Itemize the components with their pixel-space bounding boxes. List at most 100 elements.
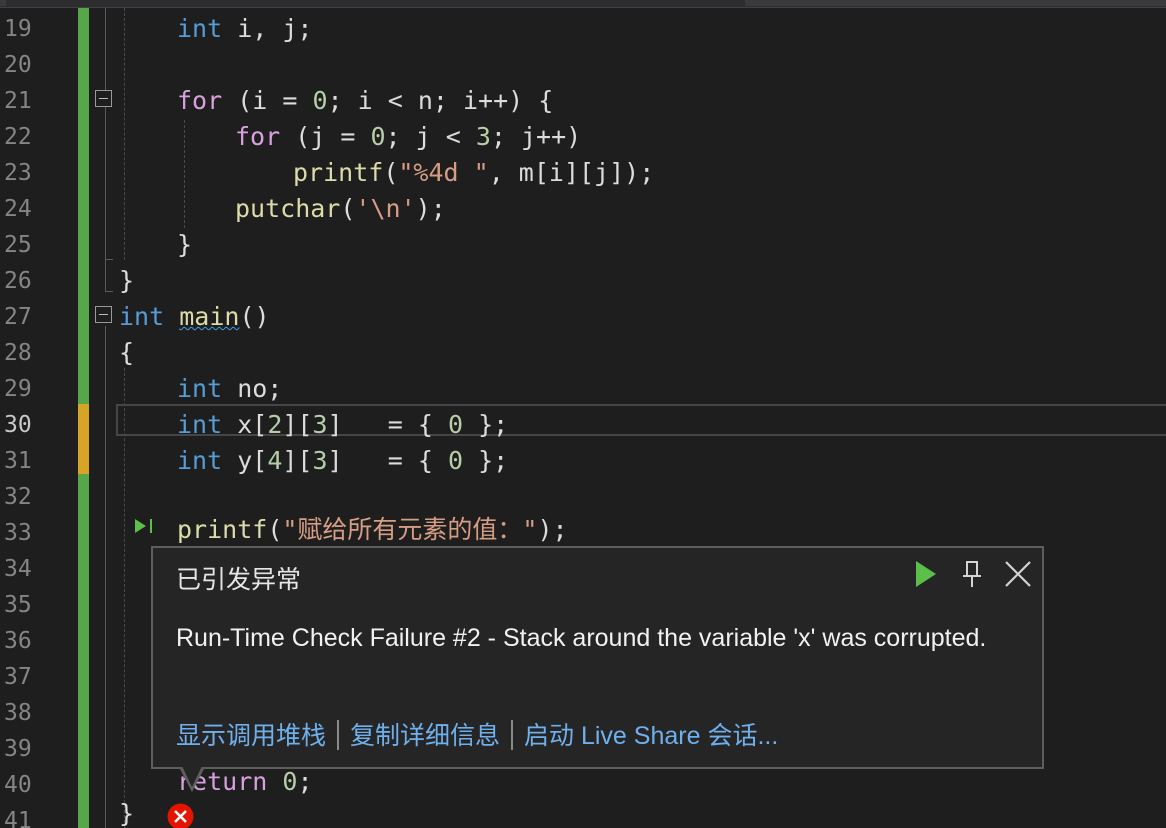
number-literal: 4 <box>267 446 283 475</box>
line-number: 28 <box>4 340 32 366</box>
line-number: 29 <box>4 376 32 402</box>
line-number: 34 <box>4 556 32 582</box>
code-text: ; <box>297 767 313 796</box>
line-number: 38 <box>4 700 32 726</box>
code-text: x[ <box>222 410 268 439</box>
code-line[interactable]: int i, j; <box>177 11 312 47</box>
pin-button[interactable] <box>956 558 988 590</box>
collapse-toggle-icon[interactable] <box>95 306 112 323</box>
code-text: ][ <box>282 410 313 439</box>
code-text: ); <box>537 515 568 544</box>
start-live-share-link[interactable]: 启动 Live Share 会话... <box>524 722 778 750</box>
change-bar-saved <box>78 474 89 828</box>
code-text: ); <box>415 194 446 223</box>
line-number: 33 <box>4 520 32 546</box>
number-literal: 0 <box>370 122 386 151</box>
code-text: { <box>119 338 135 367</box>
line-number: 40 <box>4 772 32 798</box>
indent-guide <box>184 120 185 228</box>
line-number: 23 <box>4 160 32 186</box>
line-number: 24 <box>4 196 32 222</box>
code-text: , m[i][j]); <box>488 158 655 187</box>
code-text: ( <box>267 515 283 544</box>
link-separator <box>337 720 340 750</box>
code-text: }; <box>463 446 509 475</box>
keyword: int <box>119 302 165 331</box>
code-editor[interactable]: 19 20 21 22 23 24 25 26 27 28 29 30 31 3… <box>0 0 1166 828</box>
play-icon <box>916 561 936 587</box>
keyword: for <box>235 122 281 151</box>
collapse-toggle-icon[interactable] <box>95 90 112 107</box>
code-text: ][ <box>282 446 313 475</box>
code-text: ; j < <box>385 122 476 151</box>
string-literal: "赋给所有元素的值：" <box>282 515 538 544</box>
close-button[interactable] <box>1002 558 1034 590</box>
code-line[interactable]: int no; <box>177 371 282 407</box>
code-line[interactable]: for (j = 0; j < 3; j++) <box>235 119 581 155</box>
line-number: 22 <box>4 124 32 150</box>
keyword: int <box>177 374 223 403</box>
code-line-current[interactable]: int x[2][3] = { 0 }; <box>177 407 508 443</box>
function-name: putchar <box>235 194 341 223</box>
code-text: ( <box>383 158 399 187</box>
line-number: 31 <box>4 448 32 474</box>
number-literal: 3 <box>475 122 491 151</box>
line-number: 26 <box>4 268 32 294</box>
code-line[interactable]: printf("赋给所有元素的值："); <box>177 512 568 548</box>
tab-strip-segment <box>0 0 6 6</box>
run-to-click-icon[interactable] <box>133 516 155 536</box>
change-bar-unsaved <box>78 404 89 474</box>
code-text: (j = <box>280 122 371 151</box>
line-number: 21 <box>4 88 32 114</box>
string-literal: "%4d " <box>398 158 489 187</box>
link-separator <box>511 720 514 750</box>
keyword: for <box>177 86 223 115</box>
code-text: }; <box>463 410 509 439</box>
code-line[interactable]: int y[4][3] = { 0 }; <box>177 443 508 479</box>
code-line[interactable]: putchar('\n'); <box>235 191 446 227</box>
number-literal: 0 <box>312 86 328 115</box>
code-text: ( <box>340 194 356 223</box>
number-literal: 0 <box>447 410 464 439</box>
code-line[interactable]: } <box>119 796 134 828</box>
outline-line <box>105 8 106 292</box>
indent-guide <box>124 8 125 260</box>
keyword: int <box>177 14 223 43</box>
number-literal: 0 <box>447 446 464 475</box>
code-text: } <box>119 266 135 295</box>
line-number: 35 <box>4 592 32 618</box>
keyword: int <box>177 410 223 439</box>
function-name-main: main <box>179 302 240 331</box>
keyword: int <box>177 446 223 475</box>
line-number: 20 <box>4 52 32 78</box>
copy-details-link[interactable]: 复制详细信息 <box>350 722 500 750</box>
outline-end-tick <box>105 291 113 292</box>
code-line[interactable]: int main() <box>119 299 270 335</box>
indent-guide <box>124 368 125 828</box>
exception-title: 已引发异常 <box>176 566 302 594</box>
code-line[interactable]: for (i = 0; i < n; i++) { <box>177 83 553 119</box>
code-line[interactable]: } <box>119 263 134 299</box>
code-text: i, j; <box>222 14 313 43</box>
code-text: } <box>119 799 135 828</box>
code-text: (i = <box>222 86 313 115</box>
change-bar-saved <box>78 8 89 404</box>
line-number: 27 <box>4 304 32 330</box>
code-line[interactable]: { <box>119 335 134 371</box>
line-number: 32 <box>4 484 32 510</box>
line-number: 19 <box>4 16 32 42</box>
code-line[interactable]: } <box>177 227 192 263</box>
code-text: y[ <box>222 446 268 475</box>
show-call-stack-link[interactable]: 显示调用堆栈 <box>176 722 326 750</box>
line-number: 36 <box>4 628 32 654</box>
continue-button[interactable] <box>909 558 941 590</box>
error-icon[interactable] <box>166 802 195 828</box>
code-text: ] = { <box>327 446 448 475</box>
code-line[interactable]: printf("%4d ", m[i][j]); <box>293 155 654 191</box>
editor-tab-strip <box>0 0 1166 8</box>
number-literal: 0 <box>282 767 298 796</box>
close-icon <box>1005 561 1031 587</box>
popup-pointer <box>182 766 202 787</box>
